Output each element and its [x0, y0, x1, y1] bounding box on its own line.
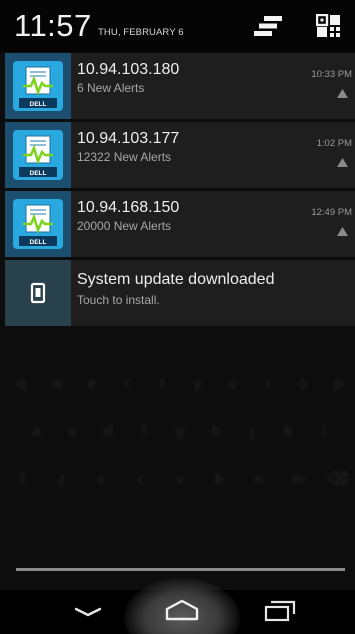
notification-subtitle: 12322 New Alerts — [77, 150, 172, 164]
notification-header: 11:57 THU, FEBRUARY 6 — [0, 0, 355, 52]
background-keyboard: qwertyuiop asdfghjkl ⇧ z x c v b n m ⌫ — [15, 375, 349, 488]
date-label: THU, FEBRUARY 6 — [98, 27, 184, 38]
alert-triangle-icon — [337, 227, 348, 236]
notification-subtitle: Touch to install. — [77, 293, 160, 307]
dell-alerts-icon: DELL — [13, 61, 63, 111]
quick-settings-icon — [254, 16, 282, 36]
notification-shade: 11:57 THU, FEBRUARY 6 DELL 10.94.103.180… — [0, 0, 355, 634]
back-chevron-icon — [74, 607, 102, 617]
back-button[interactable] — [70, 600, 106, 624]
notification-item[interactable]: DELL 10.94.168.150 20000 New Alerts 12:4… — [5, 191, 355, 257]
notification-title: 10.94.168.150 — [77, 199, 180, 216]
notification-title: 10.94.103.177 — [77, 130, 180, 147]
dell-logo-text: DELL — [30, 101, 47, 108]
notification-app-icon-box: DELL — [5, 191, 71, 257]
dell-alerts-icon: DELL — [13, 199, 63, 249]
recent-apps-button[interactable] — [263, 598, 297, 622]
home-button[interactable] — [163, 597, 201, 623]
system-update-icon — [30, 282, 46, 304]
notification-title: 10.94.103.180 — [77, 61, 180, 78]
quick-settings-button[interactable] — [252, 14, 284, 38]
notification-item[interactable]: DELL 10.94.103.177 12322 New Alerts 1:02… — [5, 122, 355, 188]
notification-item-system-update[interactable]: System update downloaded Touch to instal… — [5, 260, 355, 326]
notification-app-icon-box — [5, 260, 71, 326]
dell-alerts-icon: DELL — [13, 130, 63, 180]
quick-settings-grid-button[interactable] — [315, 13, 342, 38]
notification-item[interactable]: DELL 10.94.103.180 6 New Alerts 10:33 PM — [5, 53, 355, 119]
notification-title: System update downloaded — [77, 271, 275, 288]
notification-app-icon-box: DELL — [5, 122, 71, 188]
notification-time: 12:49 PM — [311, 207, 352, 218]
notification-subtitle: 6 New Alerts — [77, 81, 145, 95]
shade-drag-handle[interactable] — [16, 568, 345, 571]
notification-time: 10:33 PM — [311, 69, 352, 80]
dell-logo-text: DELL — [30, 239, 47, 246]
home-icon — [165, 599, 199, 621]
dell-logo-text: DELL — [30, 170, 47, 177]
recent-apps-icon — [264, 600, 296, 622]
notification-subtitle: 20000 New Alerts — [77, 219, 172, 233]
alert-triangle-icon — [337, 89, 348, 98]
clock: 11:57 — [14, 8, 92, 43]
notification-app-icon-box: DELL — [5, 53, 71, 119]
notification-time: 1:02 PM — [316, 138, 352, 149]
quick-settings-grid-icon — [315, 13, 340, 37]
alert-triangle-icon — [337, 158, 348, 167]
